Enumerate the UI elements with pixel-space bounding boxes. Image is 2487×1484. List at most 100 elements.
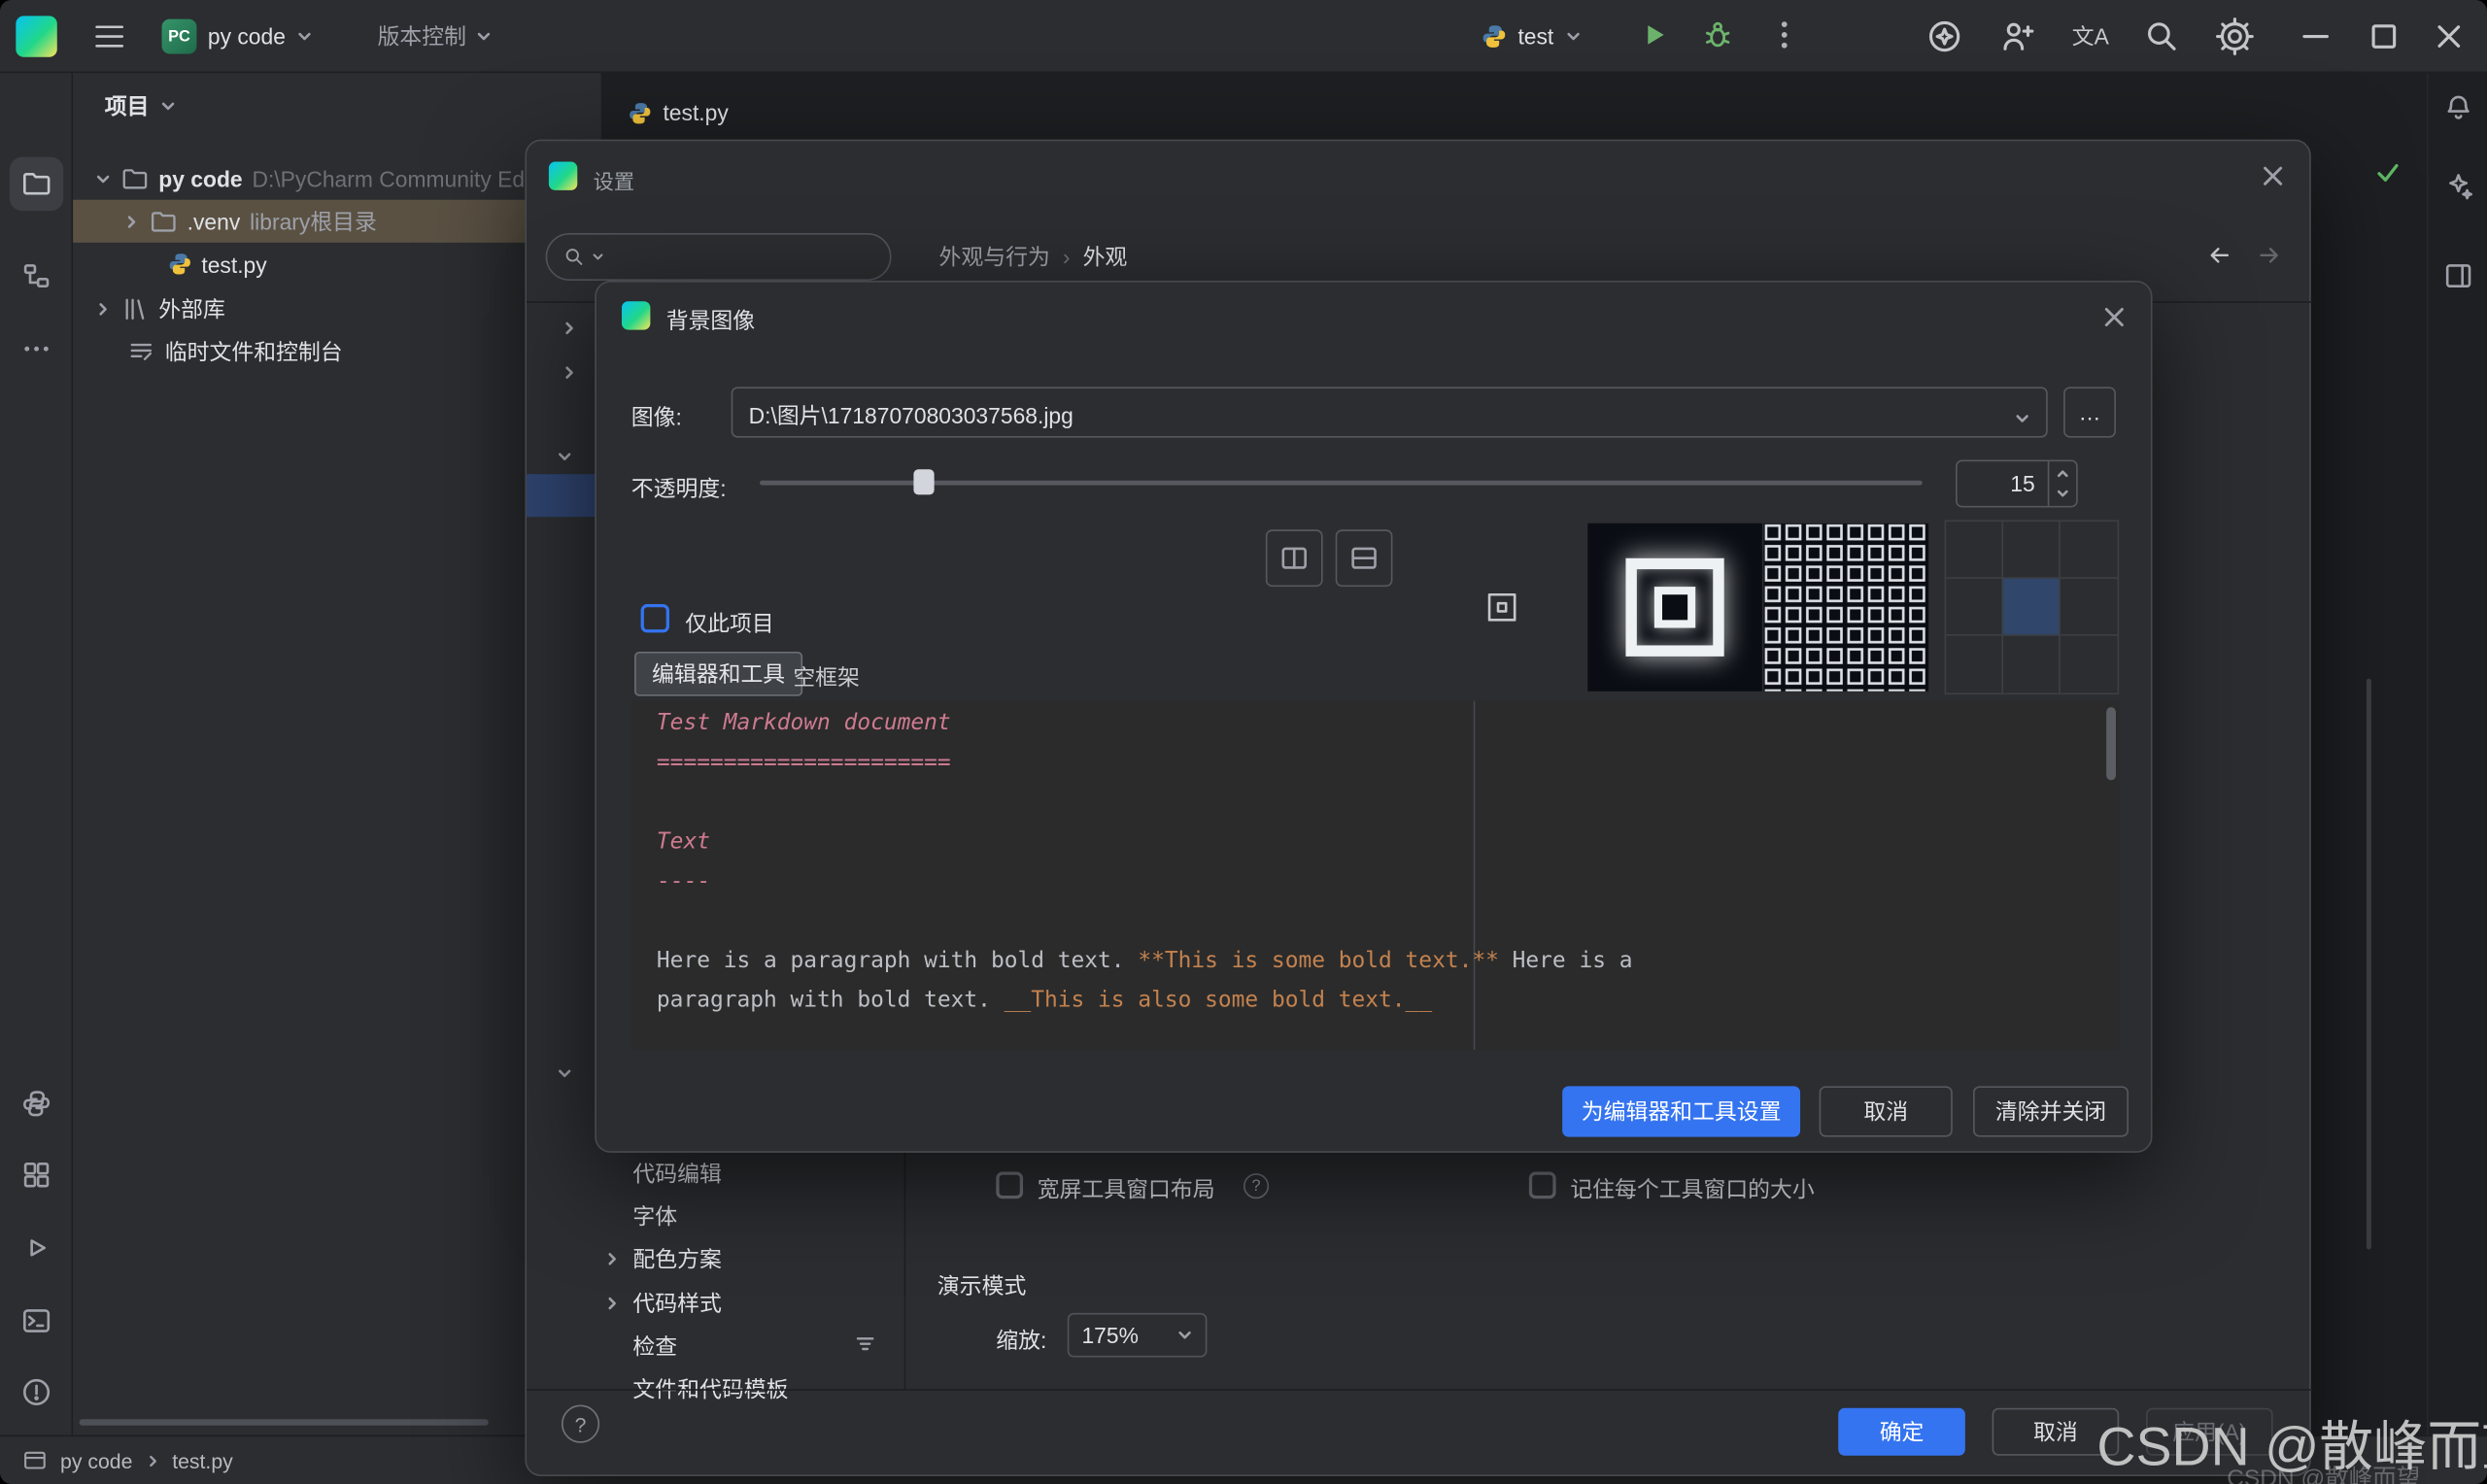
tree-row-testpy[interactable]: test.py (73, 243, 602, 286)
preview-line: Here is a paragraph with bold text. **Th… (657, 948, 1633, 973)
close-button[interactable] (2430, 17, 2468, 60)
terminal-tool-icon[interactable] (10, 1294, 64, 1348)
chevron-down-icon (95, 171, 111, 186)
status-crumb-project[interactable]: py code (60, 1448, 132, 1471)
opacity-slider-thumb[interactable] (913, 469, 934, 494)
nav-chevron-right-icon[interactable] (604, 1246, 620, 1271)
anchor-cell[interactable] (2061, 579, 2118, 636)
main-menu-icon[interactable] (92, 20, 127, 57)
run-config-selector[interactable]: test (1482, 13, 1581, 60)
structure-tool-icon[interactable] (10, 249, 64, 303)
status-crumb-file[interactable]: test.py (172, 1448, 233, 1471)
anchor-cell[interactable] (2003, 636, 2061, 693)
background-dialog-close-icon[interactable] (2096, 300, 2131, 340)
anchor-cell-selected[interactable] (2003, 579, 2061, 636)
nav-item-color-scheme[interactable]: 配色方案 (632, 1241, 721, 1276)
back-arrow-icon[interactable] (2204, 241, 2232, 274)
opacity-spinner[interactable]: 15 (1956, 459, 2078, 507)
tree-label: 临时文件和控制台 (165, 335, 343, 367)
tree-row-venv[interactable]: .venv library根目录 (73, 200, 602, 243)
run-config-name: test (1517, 23, 1553, 49)
only-this-project-checkbox[interactable] (641, 604, 669, 632)
ok-button[interactable]: 确定 (1838, 1408, 1965, 1456)
anchor-cell[interactable] (2003, 522, 2061, 579)
cancel-button[interactable]: 取消 (1820, 1086, 1953, 1136)
nav-item-code-style[interactable]: 代码样式 (632, 1286, 721, 1321)
settings-gear-icon[interactable] (2216, 17, 2254, 60)
python-packages-icon[interactable] (10, 1148, 64, 1202)
project-window-icon (22, 1448, 48, 1473)
folder-icon (120, 164, 149, 192)
chevron-up-icon[interactable] (2056, 468, 2070, 481)
settings-search-input[interactable] (546, 233, 892, 281)
anchor-cell[interactable] (1946, 636, 2003, 693)
tree-path: D:\PyCharm Community Ed (252, 166, 525, 191)
ai-chat-icon[interactable] (2442, 170, 2474, 207)
inspection-ok-icon[interactable] (2376, 162, 2400, 189)
project-panel-header[interactable]: 项目 (105, 90, 176, 122)
nav-item-inspections[interactable]: 检查 (632, 1329, 677, 1364)
folder-icon (149, 207, 177, 235)
zoom-select[interactable]: 175% (1068, 1313, 1208, 1358)
nav-item-font[interactable]: 字体 (632, 1198, 677, 1233)
clear-and-close-button[interactable]: 清除并关闭 (1973, 1086, 2129, 1136)
nav-item-code-editing[interactable]: 代码编辑 (632, 1156, 721, 1191)
notifications-bell-icon[interactable] (2442, 92, 2474, 129)
forward-arrow-icon[interactable] (2256, 241, 2284, 274)
inspection-profile-icon[interactable] (853, 1332, 876, 1360)
tiled-image-preview[interactable] (1764, 523, 1929, 691)
tree-row-external-libs[interactable]: 外部库 (73, 287, 602, 330)
remember-size-checkbox[interactable] (1529, 1172, 1556, 1199)
help-icon[interactable]: ? (1244, 1173, 1269, 1198)
tree-row-scratches[interactable]: 临时文件和控制台 (73, 330, 602, 373)
more-actions-icon[interactable] (1767, 17, 1802, 57)
project-selector[interactable]: PC py code (162, 13, 313, 60)
search-everywhere-icon[interactable] (2143, 17, 2181, 60)
split-vertical-button[interactable] (1266, 529, 1323, 587)
spinner-arrows[interactable] (2048, 461, 2076, 506)
code-with-me-icon[interactable] (1998, 17, 2036, 60)
problems-tool-icon[interactable] (10, 1366, 64, 1420)
nav-chevron-down-icon[interactable] (557, 444, 572, 469)
minimize-button[interactable] (2297, 17, 2334, 60)
tab-editor-and-tools[interactable]: 编辑器和工具 (634, 652, 802, 696)
more-tools-icon[interactable] (10, 321, 64, 376)
actual-size-preview-icon[interactable] (1484, 590, 1519, 629)
project-tool-icon[interactable] (10, 157, 64, 212)
tree-row-project-root[interactable]: py code D:\PyCharm Community Ed (73, 157, 602, 200)
widescreen-checkbox[interactable] (996, 1172, 1023, 1199)
image-path-input[interactable]: D:\图片\17187070803037568.jpg (732, 387, 2048, 437)
database-panel-icon[interactable] (2442, 260, 2474, 297)
breadcrumb-parent[interactable]: 外观与行为 (939, 241, 1050, 273)
anchor-cell[interactable] (2061, 636, 2118, 693)
maximize-button[interactable] (2365, 17, 2402, 60)
pycharm-logo-icon[interactable] (16, 16, 56, 56)
debug-button[interactable] (1700, 17, 1735, 57)
split-horizontal-button[interactable] (1336, 529, 1393, 587)
anchor-cell[interactable] (2061, 522, 2118, 579)
editor-scrollbar[interactable] (2367, 679, 2371, 1250)
help-icon[interactable]: ? (562, 1405, 599, 1443)
vcs-widget[interactable]: 版本控制 (378, 13, 493, 60)
chevron-down-icon[interactable] (2056, 487, 2070, 499)
set-for-editor-button[interactable]: 为编辑器和工具设置 (1562, 1086, 1800, 1136)
nav-chevron-right-icon[interactable] (604, 1291, 620, 1316)
ai-assistant-icon[interactable] (1925, 17, 1963, 60)
browse-button[interactable]: … (2063, 387, 2116, 437)
tab-empty-frame[interactable]: 空框架 (793, 661, 860, 693)
horizontal-scrollbar[interactable] (80, 1419, 489, 1426)
preview-scrollbar[interactable] (2106, 707, 2116, 780)
python-console-icon[interactable] (10, 1077, 64, 1131)
nav-chevron-down-icon[interactable] (557, 1061, 572, 1086)
anchor-cell[interactable] (1946, 522, 2003, 579)
nav-chevron-right-icon[interactable] (562, 360, 577, 386)
preview-split-divider (1474, 701, 1476, 1050)
anchor-cell[interactable] (1946, 579, 2003, 636)
run-button[interactable] (1637, 17, 1672, 57)
translate-icon[interactable]: 文A (2070, 20, 2111, 52)
run-tool-icon[interactable] (10, 1221, 64, 1275)
scaled-image-preview[interactable] (1587, 523, 1762, 691)
chevron-down-icon[interactable] (2014, 406, 2029, 431)
settings-close-icon[interactable] (2256, 158, 2291, 198)
nav-chevron-right-icon[interactable] (562, 316, 577, 341)
